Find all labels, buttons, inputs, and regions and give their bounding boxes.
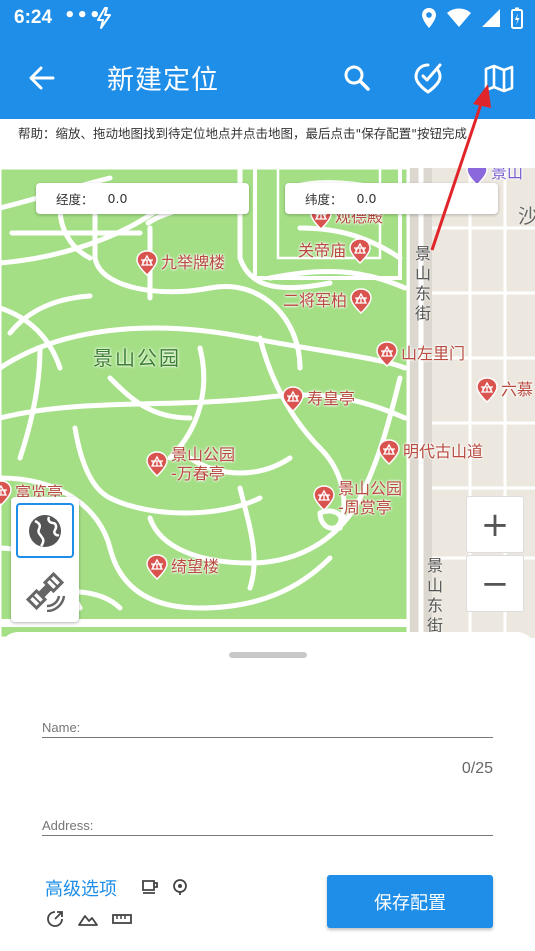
poi-pin-icon xyxy=(146,451,168,477)
poi-label: 关帝庙 xyxy=(298,241,347,260)
zoom-controls: + − xyxy=(466,496,524,612)
longitude-value: 0.0 xyxy=(107,191,128,206)
poi-pin-icon xyxy=(146,554,168,580)
standard-map-button[interactable] xyxy=(16,503,74,558)
street-label: 景山东街 xyxy=(414,244,431,323)
poi-marker[interactable]: 关帝庙 xyxy=(298,238,374,264)
bottom-sheet: 0/25 高级选项 保存配置 xyxy=(0,632,535,951)
park-label: 景山公园 xyxy=(93,346,181,370)
status-time: 6:24 xyxy=(14,7,53,28)
status-bar: 6:24 ••• xyxy=(0,0,535,38)
poi-pin-icon xyxy=(350,288,372,314)
satellite-map-button[interactable] xyxy=(16,565,74,617)
drag-handle[interactable] xyxy=(229,652,307,658)
poi-marker[interactable]: 景山公园 -万春亭 xyxy=(146,445,235,483)
poi-label: 六慕 xyxy=(501,380,534,399)
ruler-icon xyxy=(112,914,132,924)
poi-marker[interactable]: 景山公园 -周赏亭 xyxy=(313,479,402,517)
wifi-icon xyxy=(447,8,471,27)
signal-icon xyxy=(482,9,500,27)
latitude-label: 纬度： xyxy=(305,192,343,207)
longitude-display: 经度： 0.0 xyxy=(36,183,249,214)
map-view[interactable]: 景山公园 观德殿 关帝庙 九举牌楼 二将军柏 山左里门 寿皇亭 六慕 明代古山道… xyxy=(0,168,535,638)
location-icon xyxy=(422,8,436,28)
poi-marker[interactable]: 二将军柏 xyxy=(283,288,375,314)
map-layers-button[interactable] xyxy=(479,58,519,98)
satellite-link-icon xyxy=(25,571,66,612)
poi-label: 明代古山道 xyxy=(403,442,484,461)
longitude-label: 经度： xyxy=(56,192,94,207)
poi-marker[interactable]: 明代古山道 xyxy=(378,439,483,465)
poi-pin-icon xyxy=(376,341,398,367)
map-mode-panel xyxy=(11,497,79,622)
battery-icon xyxy=(511,7,523,29)
address-field[interactable] xyxy=(42,806,493,836)
poi-label: 景山公园 -周赏亭 xyxy=(338,479,403,517)
poi-label: 景山公园 -万春亭 xyxy=(171,445,236,483)
search-icon xyxy=(344,65,370,91)
advanced-options-link[interactable]: 高级选项 xyxy=(45,875,117,901)
zoom-in-button[interactable]: + xyxy=(466,496,524,553)
latitude-display: 纬度： 0.0 xyxy=(285,183,498,214)
help-text: 帮助：缩放、拖动地图找到待定位地点并点击地图，最后点击"保存配置"按钮完成 xyxy=(0,119,535,168)
save-config-button[interactable]: 保存配置 xyxy=(327,875,493,928)
poi-label: 寿皇亭 xyxy=(307,389,356,408)
check-badge-icon xyxy=(414,63,442,94)
street-label: 景山东街 xyxy=(426,556,443,635)
name-char-counter: 0/25 xyxy=(461,760,493,777)
poi-label: 绮望楼 xyxy=(171,557,220,576)
poi-pin-icon xyxy=(313,485,335,511)
poi-pin-icon xyxy=(282,386,304,412)
poi-marker[interactable]: 山左里门 xyxy=(376,341,465,367)
poi-marker[interactable]: 六慕 xyxy=(476,377,533,403)
terrain-icon xyxy=(78,915,98,926)
poi-pin-icon xyxy=(136,250,158,276)
location-marker-icon xyxy=(173,879,187,895)
name-input[interactable] xyxy=(42,720,493,735)
map-icon xyxy=(484,64,514,93)
poi-marker[interactable]: 寿皇亭 xyxy=(282,386,355,412)
poi-marker[interactable]: 绮望楼 xyxy=(146,554,219,580)
poi-marker[interactable]: 九举牌楼 xyxy=(136,250,225,276)
coffee-icon xyxy=(142,880,158,894)
poi-pin-icon xyxy=(476,377,498,403)
zoom-out-button[interactable]: − xyxy=(466,555,524,612)
poi-label: 山左里门 xyxy=(401,344,466,363)
street-label: 沙 xyxy=(518,204,535,228)
poi-label: 九举牌楼 xyxy=(161,253,226,272)
poi-label: 二将军柏 xyxy=(283,291,348,310)
bolt-icon xyxy=(97,7,111,29)
search-button[interactable] xyxy=(337,58,377,98)
confirm-location-button[interactable] xyxy=(408,58,448,98)
name-field[interactable] xyxy=(42,708,493,738)
address-input[interactable] xyxy=(42,818,493,833)
map-roads xyxy=(0,168,535,638)
back-arrow-icon[interactable] xyxy=(24,60,60,96)
app-bar: 新建定位 xyxy=(0,38,535,119)
poi-label: 景山 xyxy=(491,168,524,182)
latitude-value: 0.0 xyxy=(356,191,377,206)
globe-icon xyxy=(29,514,61,547)
share-icon xyxy=(47,911,63,927)
poi-pin-icon xyxy=(349,238,371,264)
poi-pin-icon xyxy=(378,439,400,465)
page-title: 新建定位 xyxy=(107,65,219,96)
